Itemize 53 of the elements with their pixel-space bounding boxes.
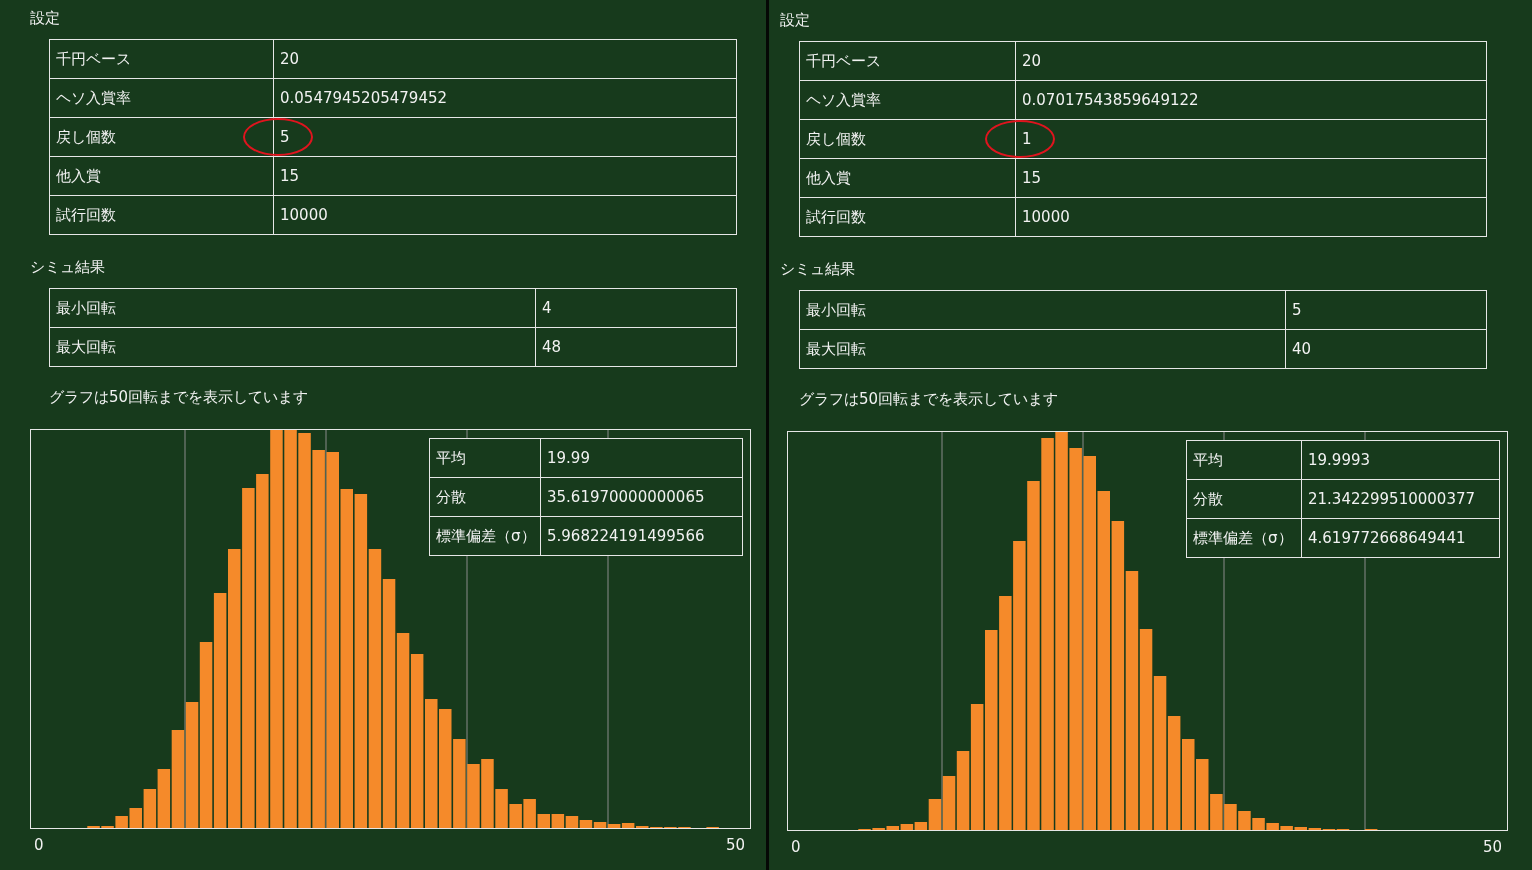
axis-label: 0 bbox=[791, 838, 801, 856]
histogram-bar bbox=[467, 764, 480, 828]
section-title: 設定 bbox=[30, 8, 61, 28]
axis-label: 0 bbox=[34, 836, 44, 854]
axis-label: 50 bbox=[725, 836, 745, 854]
histogram-bar bbox=[1224, 804, 1237, 830]
table-cell: 分散 bbox=[430, 478, 541, 516]
table-cell: 戻し個数 bbox=[50, 118, 274, 156]
table-cell: ヘソ入賞率 bbox=[800, 81, 1016, 119]
caption-text: グラフは50回転までを表示しています bbox=[799, 389, 1060, 409]
table-cell: 4.619772668649441 bbox=[1308, 529, 1466, 547]
table-cell: 0.07017543859649122 bbox=[1022, 91, 1199, 109]
table-cell: 4 bbox=[542, 299, 552, 317]
table-cell: 40 bbox=[1292, 340, 1312, 358]
table-cell: 最小回転 bbox=[50, 289, 536, 327]
table-cell: ヘソ入賞率 bbox=[50, 79, 274, 117]
table-cell: 48 bbox=[542, 338, 562, 356]
table-cell: 21.342299510000377 bbox=[1308, 490, 1475, 508]
table-cell: 最大回転 bbox=[50, 328, 536, 366]
table-cell: 19.99 bbox=[547, 449, 590, 467]
table-cell: 試行回数 bbox=[800, 198, 1016, 236]
table-cell: 15 bbox=[280, 167, 300, 185]
table-cell: 35.61970000000065 bbox=[547, 488, 705, 506]
table-cell: 20 bbox=[1022, 52, 1042, 70]
table-cell: 5 bbox=[1292, 301, 1302, 319]
table-cell: 0.0547945205479452 bbox=[280, 89, 447, 107]
section-title: 設定 bbox=[780, 10, 811, 30]
table-cell: 平均 bbox=[430, 439, 541, 477]
table-cell: 1 bbox=[1022, 130, 1032, 148]
section-title: シミュ結果 bbox=[30, 257, 106, 277]
table-cell: 5 bbox=[280, 128, 290, 146]
axis-label: 50 bbox=[1482, 838, 1502, 856]
table-cell: 19.9993 bbox=[1308, 451, 1371, 469]
caption-text: グラフは50回転までを表示しています bbox=[49, 387, 310, 407]
table-cell: 他入賞 bbox=[50, 157, 274, 195]
table-cell: 20 bbox=[280, 50, 300, 68]
table-cell: 標準偏差（σ） bbox=[1187, 519, 1302, 557]
table-cell: 千円ベース bbox=[50, 40, 274, 78]
table-cell: 5.968224191499566 bbox=[547, 527, 705, 545]
table-cell: 分散 bbox=[1187, 480, 1302, 518]
table-cell: 試行回数 bbox=[50, 196, 274, 234]
table-cell: 戻し個数 bbox=[800, 120, 1016, 158]
table-cell: 10000 bbox=[280, 206, 328, 224]
table-cell: 15 bbox=[1022, 169, 1042, 187]
table-cell: 標準偏差（σ） bbox=[430, 517, 541, 555]
table-cell: 最小回転 bbox=[800, 291, 1286, 329]
table-cell: 10000 bbox=[1022, 208, 1070, 226]
table-cell: 平均 bbox=[1187, 441, 1302, 479]
table-cell: 最大回転 bbox=[800, 330, 1286, 368]
section-title: シミュ結果 bbox=[780, 259, 856, 279]
table-cell: 千円ベース bbox=[800, 42, 1016, 80]
table-cell: 他入賞 bbox=[800, 159, 1016, 197]
histogram-bar bbox=[551, 814, 565, 828]
